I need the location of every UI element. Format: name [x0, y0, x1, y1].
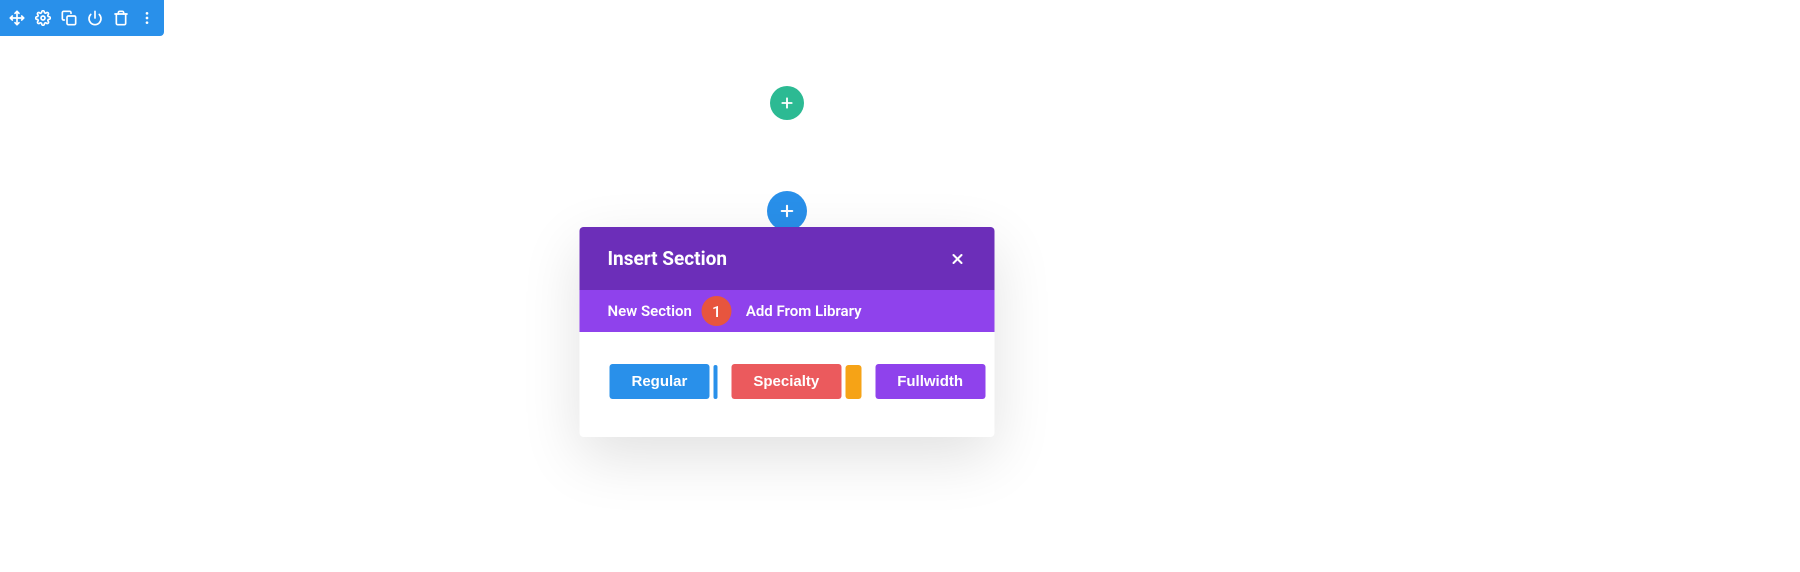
gear-icon[interactable]	[30, 5, 56, 31]
power-icon[interactable]	[82, 5, 108, 31]
regular-button[interactable]: Regular	[610, 364, 710, 399]
close-button[interactable]	[949, 250, 967, 268]
annotation-badge: 1	[702, 296, 732, 326]
section-toolbar	[0, 0, 164, 36]
duplicate-icon[interactable]	[56, 5, 82, 31]
modal-title: Insert Section	[608, 247, 728, 270]
tab-add-from-library[interactable]: Add From Library	[746, 302, 862, 320]
add-section-button[interactable]	[767, 191, 807, 231]
regular-group: Regular	[610, 364, 718, 399]
move-icon[interactable]	[4, 5, 30, 31]
specialty-library-chip[interactable]	[845, 365, 861, 399]
more-icon[interactable]	[134, 5, 160, 31]
insert-section-modal: Insert Section New Section Add From Libr…	[580, 227, 995, 437]
delete-icon[interactable]	[108, 5, 134, 31]
specialty-button[interactable]: Specialty	[731, 364, 841, 399]
tab-new-section[interactable]: New Section	[608, 302, 692, 320]
add-module-button[interactable]	[770, 86, 804, 120]
regular-library-chip[interactable]	[713, 365, 717, 399]
modal-header: Insert Section	[580, 227, 995, 290]
fullwidth-button[interactable]: Fullwidth	[875, 364, 985, 399]
fullwidth-group: Fullwidth	[875, 364, 985, 399]
specialty-group: Specialty	[731, 364, 861, 399]
modal-tabs: New Section Add From Library 1	[580, 290, 995, 332]
modal-body: Regular Specialty Fullwidth	[580, 332, 995, 437]
